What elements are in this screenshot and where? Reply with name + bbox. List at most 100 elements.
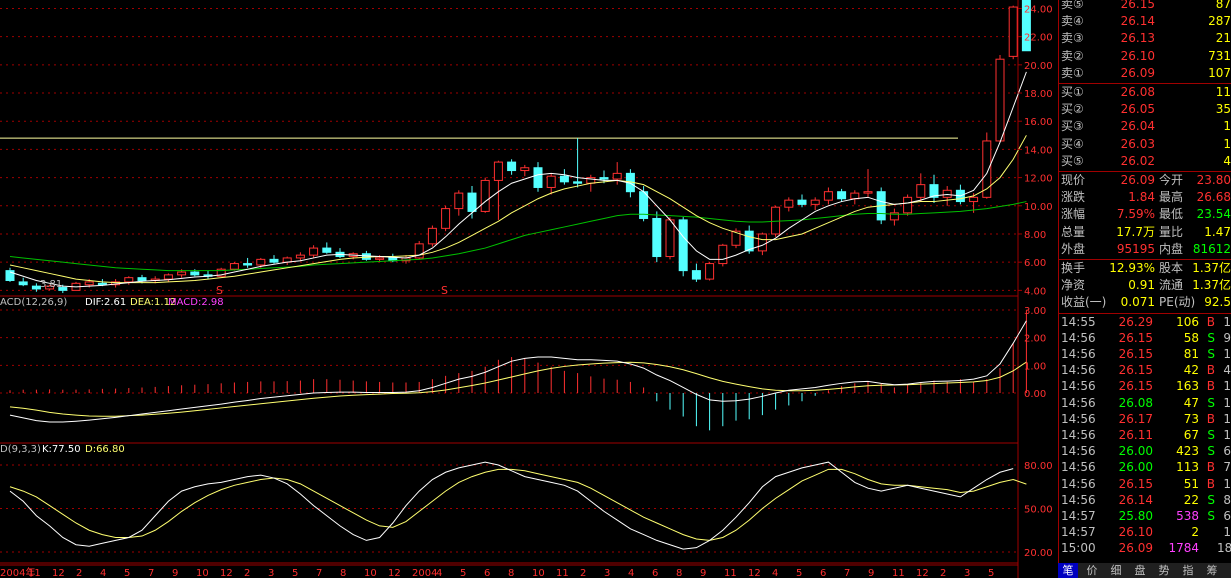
candle-body: [84, 281, 94, 286]
tick-time: 14:56: [1061, 411, 1096, 426]
stat-value: 17.7万: [1116, 224, 1155, 239]
tick-price: 26.15: [1118, 330, 1153, 345]
kdj-d: D:66.80: [85, 444, 125, 455]
time-tick-label: 12: [916, 568, 929, 578]
time-tick-label: 5: [124, 568, 130, 578]
tick-count: 1: [1223, 379, 1231, 394]
tab-trend[interactable]: 势: [1154, 563, 1174, 578]
time-tick-label: 7: [148, 568, 154, 578]
tick-side: B: [1206, 460, 1215, 475]
tab-ticks[interactable]: 笔: [1058, 563, 1078, 578]
tick-side: S: [1207, 428, 1215, 442]
tick-volume: 2: [1191, 525, 1199, 540]
ask-volume: 87: [1215, 0, 1231, 11]
tick-volume: 113: [1176, 460, 1199, 475]
time-tick-label: 4: [772, 568, 778, 578]
price-tick-label: 10.00: [1024, 202, 1053, 213]
candle-body: [559, 175, 569, 183]
time-tick-label: 2: [76, 568, 82, 578]
time-tick-label: 6: [484, 568, 490, 578]
stat-label: 总量: [1061, 224, 1086, 239]
ask-volume: 287: [1208, 14, 1231, 29]
bid-volume: 1: [1223, 136, 1231, 151]
tick-count: 1: [1223, 476, 1231, 491]
tick-side: B: [1206, 363, 1215, 378]
tick-volume: 423: [1176, 444, 1199, 459]
price-tick-label: 6.00: [1024, 258, 1046, 269]
tab-price[interactable]: 价: [1082, 563, 1102, 578]
time-tick-label: 6: [652, 568, 658, 578]
macd-tick-label: 1.00: [1024, 361, 1046, 372]
macd-tick-label: 0.00: [1024, 389, 1046, 400]
candle-body: [309, 247, 319, 256]
bid-price: 26.03: [1120, 136, 1155, 151]
bid-volume: 4: [1223, 153, 1231, 168]
tick-side: S: [1207, 492, 1215, 507]
stat-value: 81612: [1192, 241, 1231, 256]
candle-body: [441, 208, 451, 229]
candle-body: [863, 191, 873, 194]
ask-label: 卖③: [1061, 31, 1084, 46]
candle-body: [573, 181, 583, 184]
stat-row: 总量 17.7万 量比 1.47: [1059, 224, 1231, 241]
candlestick-series: [5, 0, 1031, 294]
tab-order[interactable]: 盘: [1130, 563, 1150, 578]
tick-row: 14:56 26.08 47 S 1: [1059, 395, 1231, 411]
stat-row: 收益(一) 0.071 PE(动) 92.5: [1059, 294, 1231, 311]
candle-body: [322, 247, 332, 253]
candle-body: [969, 196, 979, 203]
tick-row: 14:56 26.11 67 S 1: [1059, 427, 1231, 443]
tick-row: 14:56 26.15 51 B 1: [1059, 476, 1231, 492]
candle-body: [942, 189, 952, 198]
candle-body: [375, 257, 385, 260]
tick-time: 14:56: [1061, 363, 1096, 378]
candle-body: [995, 58, 1005, 142]
tick-volume: 106: [1176, 314, 1199, 329]
tick-price: 26.17: [1118, 411, 1153, 426]
candle-body: [520, 167, 530, 172]
tick-row: 14:56 26.15 163 B 1: [1059, 378, 1231, 394]
time-tick-label: 2: [244, 568, 250, 578]
tick-time: 14:56: [1061, 428, 1096, 442]
kdj-k: K:77.50: [42, 444, 81, 455]
bid-row: 买③ 26.04 1: [1059, 118, 1231, 135]
tick-time: 14:56: [1061, 444, 1096, 459]
time-tick-label: 3: [604, 568, 610, 578]
candle-body: [718, 244, 728, 265]
macd-dif: DIF:2.61: [85, 297, 126, 308]
ask-row: 卖③ 26.13 21: [1059, 30, 1231, 47]
tick-row: 14:56 26.00 113 B 7: [1059, 459, 1231, 475]
tick-count: 6: [1223, 444, 1231, 459]
tick-price: 26.09: [1118, 541, 1153, 556]
time-tick-label: 4: [436, 568, 442, 578]
time-tick-label: 3: [964, 568, 970, 578]
candle-body: [837, 191, 847, 200]
tab-detail[interactable]: 细: [1106, 563, 1126, 578]
tick-side: B: [1206, 411, 1215, 426]
time-tick-label: 2: [940, 568, 946, 578]
tick-price: 26.11: [1118, 428, 1153, 442]
tab-index[interactable]: 指: [1178, 563, 1198, 578]
tick-time: 14:56: [1061, 347, 1096, 361]
kdj-panel: [0, 461, 1027, 553]
candle-body: [177, 271, 187, 276]
tick-count: 1: [1223, 347, 1231, 361]
candle-body: [124, 277, 134, 283]
bid-row: 买④ 26.03 1: [1059, 136, 1231, 153]
time-tick-label: 5: [292, 568, 298, 578]
tick-count: 1: [1223, 314, 1231, 329]
candle-body: [757, 233, 767, 252]
stat-row: 涨跌 1.84 最高 26.68: [1059, 189, 1231, 206]
tick-side: S: [1207, 395, 1215, 410]
tick-price: 25.80: [1118, 509, 1153, 523]
candle-body: [916, 184, 926, 198]
macd-value: MACD:2.98: [168, 297, 224, 308]
quote-tabs: 笔 价 细 盘 势 指 筹: [1058, 563, 1231, 578]
tick-time: 15:00: [1061, 541, 1096, 556]
time-tick-label: 9: [700, 568, 706, 578]
candle-body: [797, 199, 807, 205]
tab-chips[interactable]: 筹: [1202, 563, 1222, 578]
tick-time: 14:57: [1061, 509, 1096, 523]
kline-chart[interactable]: 24.0022.0020.0018.0016.0014.0012.0010.00…: [0, 0, 1058, 578]
macd-dea-line: [9, 361, 1027, 417]
